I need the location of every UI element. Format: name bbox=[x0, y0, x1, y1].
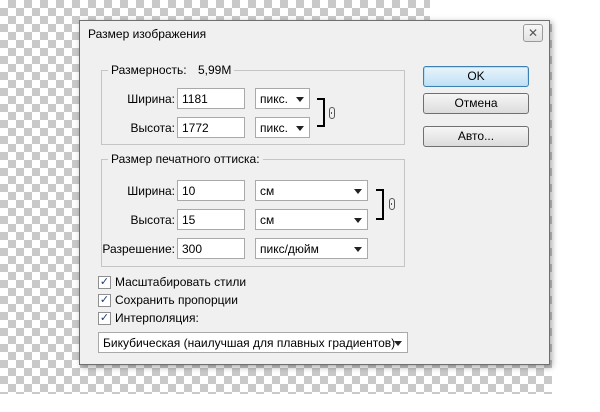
pixel-height-input[interactable]: 1772 bbox=[177, 117, 245, 138]
dialog-title: Размер изображения bbox=[88, 27, 207, 41]
canvas-margin-right bbox=[552, 0, 600, 412]
document-size-legend: Размер печатного оттиска: bbox=[108, 152, 263, 166]
resample-checkbox[interactable]: ✓ bbox=[98, 312, 111, 325]
pixel-width-unit: пикс. bbox=[260, 92, 288, 106]
chevron-down-icon bbox=[394, 341, 402, 346]
pixel-width-unit-select[interactable]: пикс. bbox=[255, 88, 310, 109]
constrain-proportions-label[interactable]: Сохранить пропорции bbox=[115, 293, 238, 307]
resample-method-value: Бикубическая (наилучшая для плавных град… bbox=[103, 336, 396, 350]
doc-link-bracket bbox=[376, 189, 384, 220]
file-size-value: 5,99M bbox=[197, 63, 232, 77]
resample-label[interactable]: Интерполяция: bbox=[115, 311, 199, 325]
resolution-unit-select[interactable]: пикс/дюйм bbox=[255, 238, 368, 259]
auto-button[interactable]: Авто... bbox=[423, 126, 529, 147]
doc-width-unit-select[interactable]: см bbox=[255, 180, 368, 201]
title-bar[interactable]: Размер изображения ✕ bbox=[80, 21, 549, 47]
doc-width-input[interactable]: 10 bbox=[177, 180, 245, 201]
ok-button[interactable]: OK bbox=[423, 66, 529, 87]
pixel-width-label: Ширина: bbox=[127, 92, 175, 106]
close-button[interactable]: ✕ bbox=[523, 24, 543, 42]
doc-height-unit: см bbox=[260, 213, 275, 227]
constrain-proportions-checkbox[interactable]: ✓ bbox=[98, 294, 111, 307]
resolution-input[interactable]: 300 bbox=[177, 238, 245, 259]
chevron-down-icon bbox=[354, 189, 362, 194]
resolution-label: Разрешение: bbox=[102, 242, 175, 256]
chain-link-icon bbox=[329, 107, 335, 119]
pixel-width-input[interactable]: 1181 bbox=[177, 88, 245, 109]
doc-height-input[interactable]: 15 bbox=[177, 209, 245, 230]
doc-height-label: Высота: bbox=[130, 213, 175, 227]
pixel-link-bracket bbox=[317, 98, 325, 127]
resample-method-select[interactable]: Бикубическая (наилучшая для плавных град… bbox=[98, 332, 408, 353]
chain-link-icon bbox=[389, 198, 395, 210]
pixel-height-unit: пикс. bbox=[260, 121, 288, 135]
scale-styles-checkbox[interactable]: ✓ bbox=[98, 276, 111, 289]
resolution-unit: пикс/дюйм bbox=[260, 242, 319, 256]
chevron-down-icon bbox=[296, 97, 304, 102]
pixel-height-label: Высота: bbox=[130, 121, 175, 135]
chevron-down-icon bbox=[296, 126, 304, 131]
canvas-margin-top bbox=[430, 0, 600, 20]
canvas-margin-bottom bbox=[0, 394, 600, 412]
doc-height-unit-select[interactable]: см bbox=[255, 209, 368, 230]
doc-width-unit: см bbox=[260, 184, 275, 198]
pixel-dimensions-label: Размерность: bbox=[111, 63, 187, 77]
close-icon: ✕ bbox=[527, 26, 539, 40]
image-size-dialog: Размер изображения ✕ Размерность: 5,99M … bbox=[79, 20, 550, 365]
pixel-dimensions-legend: Размерность: 5,99M bbox=[108, 63, 235, 77]
chevron-down-icon bbox=[354, 247, 362, 252]
cancel-button[interactable]: Отмена bbox=[423, 93, 529, 114]
doc-width-label: Ширина: bbox=[127, 184, 175, 198]
pixel-height-unit-select[interactable]: пикс. bbox=[255, 117, 310, 138]
chevron-down-icon bbox=[354, 218, 362, 223]
scale-styles-label[interactable]: Масштабировать стили bbox=[115, 275, 246, 289]
